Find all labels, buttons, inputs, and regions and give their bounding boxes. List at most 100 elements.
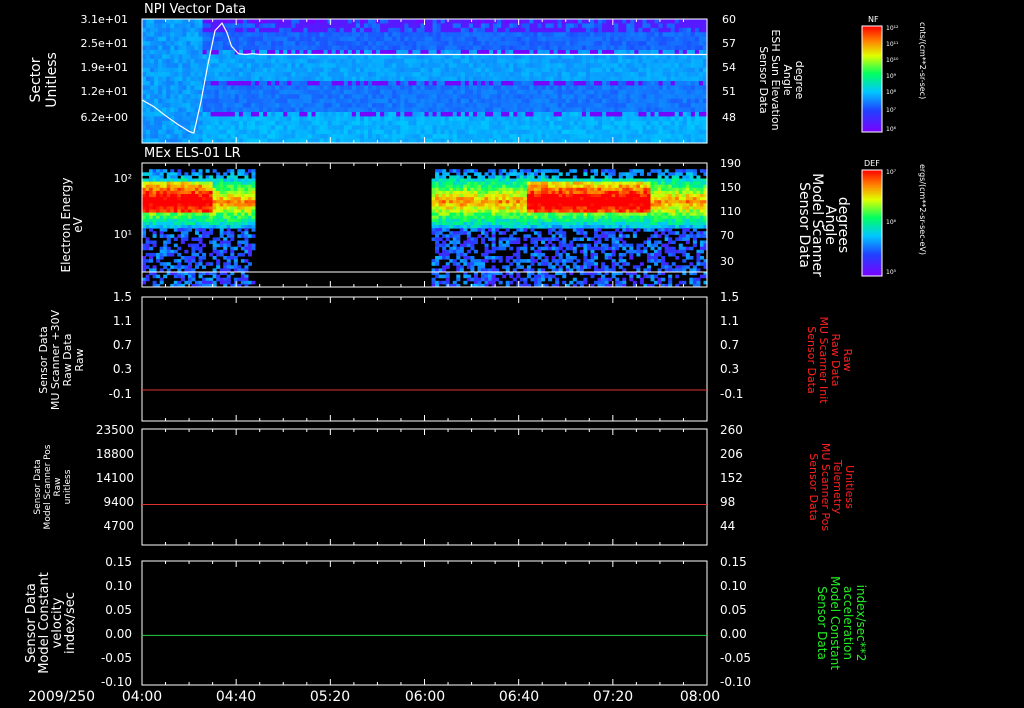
npi-heatmap-cell bbox=[146, 54, 151, 60]
els-heatmap-cell bbox=[223, 178, 228, 183]
npi-ylabel-left-line: Sector bbox=[28, 57, 44, 102]
npi-heatmap-cell bbox=[573, 107, 579, 113]
nf-colorbar-tick: 10⁶ bbox=[886, 126, 897, 133]
npi-heatmap-cell bbox=[549, 98, 555, 104]
npi-heatmap-cell bbox=[646, 36, 652, 42]
npi-heatmap-cell bbox=[513, 23, 518, 29]
npi-heatmap-cell bbox=[234, 120, 240, 126]
els-heatmap-cell bbox=[230, 169, 235, 173]
npi-heatmap-cell bbox=[190, 50, 196, 56]
npi-heatmap-cell bbox=[456, 27, 462, 33]
els-heatmap-cell bbox=[198, 181, 203, 186]
npi-heatmap-cell bbox=[170, 103, 175, 109]
npi-heatmap-cell bbox=[230, 112, 236, 118]
npi-heatmap-cell bbox=[368, 23, 373, 29]
npi-heatmap-cell bbox=[311, 45, 317, 51]
npi-heatmap-cell bbox=[355, 107, 361, 113]
npi-heatmap-cell bbox=[287, 120, 292, 126]
els-heatmap-cell bbox=[159, 169, 164, 173]
els-heatmap-cell bbox=[445, 172, 450, 176]
npi-heatmap-cell bbox=[238, 36, 244, 42]
npi-heatmap-cell bbox=[670, 129, 676, 135]
npi-heatmap-cell bbox=[142, 50, 147, 56]
els-heatmap-cell bbox=[431, 237, 436, 241]
npi-heatmap-cell bbox=[501, 27, 506, 33]
npi-heatmap-cell bbox=[404, 45, 409, 51]
npi-heatmap-cell bbox=[210, 67, 216, 73]
els-heatmap-cell bbox=[163, 265, 168, 269]
els-heatmap-cell bbox=[442, 184, 447, 189]
npi-heatmap-cell bbox=[686, 67, 692, 73]
npi-heatmap-cell bbox=[166, 67, 171, 73]
npi-heatmap-cell bbox=[654, 45, 660, 51]
els-heatmap-cell bbox=[209, 200, 214, 204]
npi-heatmap-cell bbox=[545, 54, 551, 60]
npi-heatmap-cell bbox=[529, 32, 535, 38]
npi-heatmap-cell bbox=[234, 107, 240, 113]
npi-heatmap-cell bbox=[577, 98, 583, 104]
npi-heatmap-cell bbox=[396, 23, 401, 29]
npi-heatmap-cell bbox=[246, 63, 252, 69]
npi-heatmap-cell bbox=[307, 19, 313, 25]
npi-heatmap-cell bbox=[246, 103, 252, 109]
npi-heatmap-cell bbox=[602, 23, 607, 29]
els-heatmap-cell bbox=[442, 256, 447, 260]
npi-heatmap-cell bbox=[380, 19, 385, 25]
npi-heatmap-cell bbox=[444, 98, 450, 104]
npi-heatmap-cell bbox=[303, 94, 309, 100]
npi-heatmap-cell bbox=[622, 125, 627, 131]
npi-heatmap-cell bbox=[674, 98, 680, 104]
npi-heatmap-cell bbox=[658, 32, 664, 38]
npi-heatmap-cell bbox=[690, 72, 696, 78]
els-heatmap-cell bbox=[170, 187, 175, 192]
npi-heatmap-cell bbox=[206, 94, 212, 100]
npi-heatmap-cell bbox=[674, 89, 680, 95]
npi-heatmap-cell bbox=[250, 23, 256, 29]
npi-heatmap-cell bbox=[561, 58, 567, 64]
els-heatmap-cell bbox=[244, 184, 249, 189]
els-heatmap-cell bbox=[209, 184, 214, 189]
els-heatmap-cell bbox=[435, 212, 440, 217]
npi-heatmap-cell bbox=[238, 81, 244, 87]
npi-heatmap-cell bbox=[485, 45, 490, 51]
npi-heatmap-cell bbox=[618, 63, 623, 69]
npi-heatmap-cell bbox=[618, 85, 623, 91]
npi-heatmap-cell bbox=[440, 94, 446, 100]
npi-heatmap-cell bbox=[686, 58, 692, 64]
els-heatmap-cell bbox=[240, 178, 245, 183]
npi-heatmap-cell bbox=[456, 58, 462, 64]
els-heatmap-cell bbox=[438, 212, 443, 217]
npi-heatmap-cell bbox=[440, 58, 446, 64]
npi-heatmap-cell bbox=[432, 81, 438, 87]
npi-heatmap-cell bbox=[553, 81, 559, 87]
npi-heatmap-cell bbox=[295, 54, 300, 60]
npi-heatmap-cell bbox=[493, 81, 498, 87]
els-heatmap-cell bbox=[202, 184, 207, 189]
npi-heatmap-cell bbox=[529, 19, 535, 25]
npi-heatmap-cell bbox=[355, 103, 361, 109]
npi-heatmap-cell bbox=[416, 41, 422, 47]
npi-heatmap-cell bbox=[275, 116, 280, 122]
npi-heatmap-cell bbox=[283, 98, 288, 104]
npi-heatmap-cell bbox=[581, 58, 587, 64]
npi-heatmap-cell bbox=[170, 19, 175, 25]
els-heatmap-cell bbox=[216, 209, 221, 214]
els-heatmap-cell bbox=[159, 231, 164, 235]
npi-heatmap-cell bbox=[626, 67, 631, 73]
npi-heatmap-cell bbox=[218, 98, 224, 104]
els-heatmap-cell bbox=[237, 268, 242, 272]
npi-heatmap-cell bbox=[368, 94, 373, 100]
npi-heatmap-cell bbox=[517, 81, 522, 87]
npi-heatmap-cell bbox=[291, 23, 296, 29]
npi-heatmap-cell bbox=[432, 103, 438, 109]
npi-heatmap-cell bbox=[545, 89, 551, 95]
npi-heatmap-cell bbox=[400, 107, 405, 113]
els-heatmap-cell bbox=[240, 277, 245, 282]
npi-heatmap-cell bbox=[150, 50, 155, 56]
npi-heatmap-cell bbox=[246, 54, 252, 60]
npi-heatmap-cell bbox=[287, 134, 292, 140]
npi-heatmap-cell bbox=[238, 54, 244, 60]
npi-heatmap-cell bbox=[226, 81, 232, 87]
npi-heatmap-cell bbox=[194, 72, 200, 78]
npi-heatmap-cell bbox=[323, 54, 329, 60]
